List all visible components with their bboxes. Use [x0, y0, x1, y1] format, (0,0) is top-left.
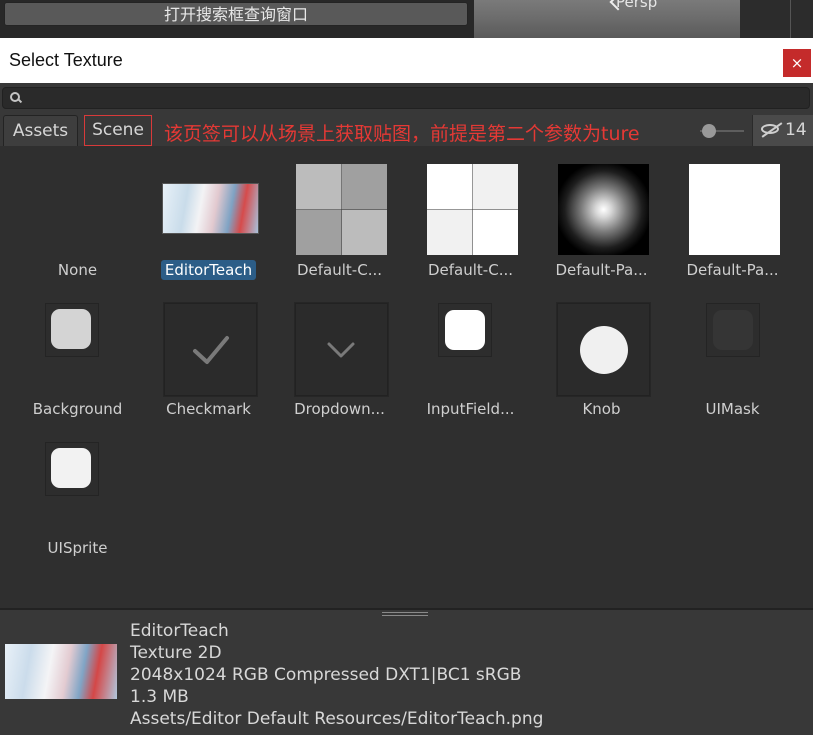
search-bar[interactable] [2, 87, 810, 109]
grid-item-editorteach[interactable]: EditorTeach [143, 146, 274, 280]
knob-sprite [580, 326, 628, 374]
item-label: Knob [582, 400, 621, 418]
item-thumbnail [689, 164, 780, 255]
grid-item-dropdown-arrow[interactable]: Dropdown... [274, 285, 405, 418]
hidden-items-toggle[interactable]: 14 [752, 115, 813, 146]
item-thumbnail [557, 303, 650, 396]
resize-handle-line[interactable] [382, 612, 428, 613]
grid-item-uimask[interactable]: UIMask [667, 285, 798, 418]
item-label: InputField... [426, 400, 515, 418]
texture-grid: None EditorTeach Default-C... Default-C.… [0, 146, 813, 608]
window-title: Select Texture [9, 50, 123, 70]
grid-item-checkmark[interactable]: Checkmark [143, 285, 274, 418]
tab-assets[interactable]: Assets [3, 115, 78, 146]
eye-hidden-icon [761, 124, 779, 134]
item-label: Default-C... [297, 261, 382, 279]
close-icon: × [790, 54, 804, 72]
item-label: Checkmark [166, 400, 251, 418]
tab-scene[interactable]: Scene [84, 115, 152, 146]
open-search-window-button[interactable]: 打开搜索框查询窗口 [4, 2, 468, 26]
preview-size: 1.3 MB [130, 687, 189, 707]
grid-item-default-checker-white[interactable]: Default-C... [405, 146, 536, 279]
item-thumbnail [45, 303, 99, 357]
grid-item-default-particle-white[interactable]: Default-Pa... [667, 146, 798, 279]
grid-item-inputfield[interactable]: InputField... [405, 285, 536, 418]
chevron-down-icon [327, 342, 355, 358]
editorteach-image [163, 184, 258, 233]
item-label: None [57, 261, 98, 279]
item-thumbnail [45, 442, 99, 496]
uimask-sprite [713, 310, 753, 350]
item-thumbnail [427, 164, 518, 255]
item-thumbnail [163, 164, 258, 255]
item-label: UISprite [47, 539, 108, 557]
item-thumbnail [706, 303, 760, 357]
item-label: Default-Pa... [555, 261, 648, 279]
item-label: Background [32, 400, 123, 418]
inputfield-sprite [445, 310, 485, 350]
item-label: UIMask [705, 400, 760, 418]
grid-item-background[interactable]: Background [12, 285, 143, 418]
preview-format: 2048x1024 RGB Compressed DXT1|BC1 sRGB [130, 665, 522, 685]
grid-item-knob[interactable]: Knob [536, 285, 667, 418]
preview-path: Assets/Editor Default Resources/EditorTe… [130, 709, 544, 729]
item-label: Default-C... [428, 261, 513, 279]
uisprite-sprite [51, 448, 91, 488]
scene-view-preview [474, 0, 740, 38]
close-button[interactable]: × [783, 49, 811, 77]
grid-item-uisprite[interactable]: UISprite [12, 424, 143, 557]
grid-item-default-checker-gray[interactable]: Default-C... [274, 146, 405, 279]
item-label: Default-Pa... [686, 261, 779, 279]
item-label: EditorTeach [143, 260, 274, 280]
item-thumbnail [558, 164, 649, 255]
right-panel-strip [740, 0, 813, 38]
search-icon [10, 92, 20, 102]
preview-type: Texture 2D [130, 643, 222, 663]
window-title-bar: Select Texture [0, 38, 813, 83]
right-panel-separator [790, 0, 791, 38]
checkmark-icon [193, 336, 229, 364]
annotation-text: 该页签可以从场景上获取贴图，前提是第二个参数为ture [164, 123, 640, 145]
preview-panel: EditorTeach Texture 2D 2048x1024 RGB Com… [0, 610, 813, 735]
preview-divider[interactable] [0, 608, 813, 610]
persp-label[interactable]: Persp [616, 0, 657, 11]
item-thumbnail [295, 303, 388, 396]
zoom-slider-handle[interactable] [702, 124, 716, 138]
grid-item-default-particle[interactable]: Default-Pa... [536, 146, 667, 279]
item-label: Dropdown... [294, 400, 385, 418]
search-input[interactable] [25, 89, 809, 109]
item-thumbnail [164, 303, 257, 396]
selected-label: EditorTeach [160, 260, 257, 280]
resize-handle-line[interactable] [382, 615, 428, 616]
tab-row: Assets Scene 该页签可以从场景上获取贴图，前提是第二个参数为ture… [0, 113, 813, 146]
preview-thumbnail [5, 644, 117, 699]
preview-name: EditorTeach [130, 621, 229, 641]
background-sprite [51, 309, 91, 349]
item-thumbnail [438, 303, 492, 357]
item-thumbnail [296, 164, 387, 255]
grid-item-none[interactable]: None [12, 146, 143, 279]
hidden-items-count: 14 [785, 120, 807, 140]
